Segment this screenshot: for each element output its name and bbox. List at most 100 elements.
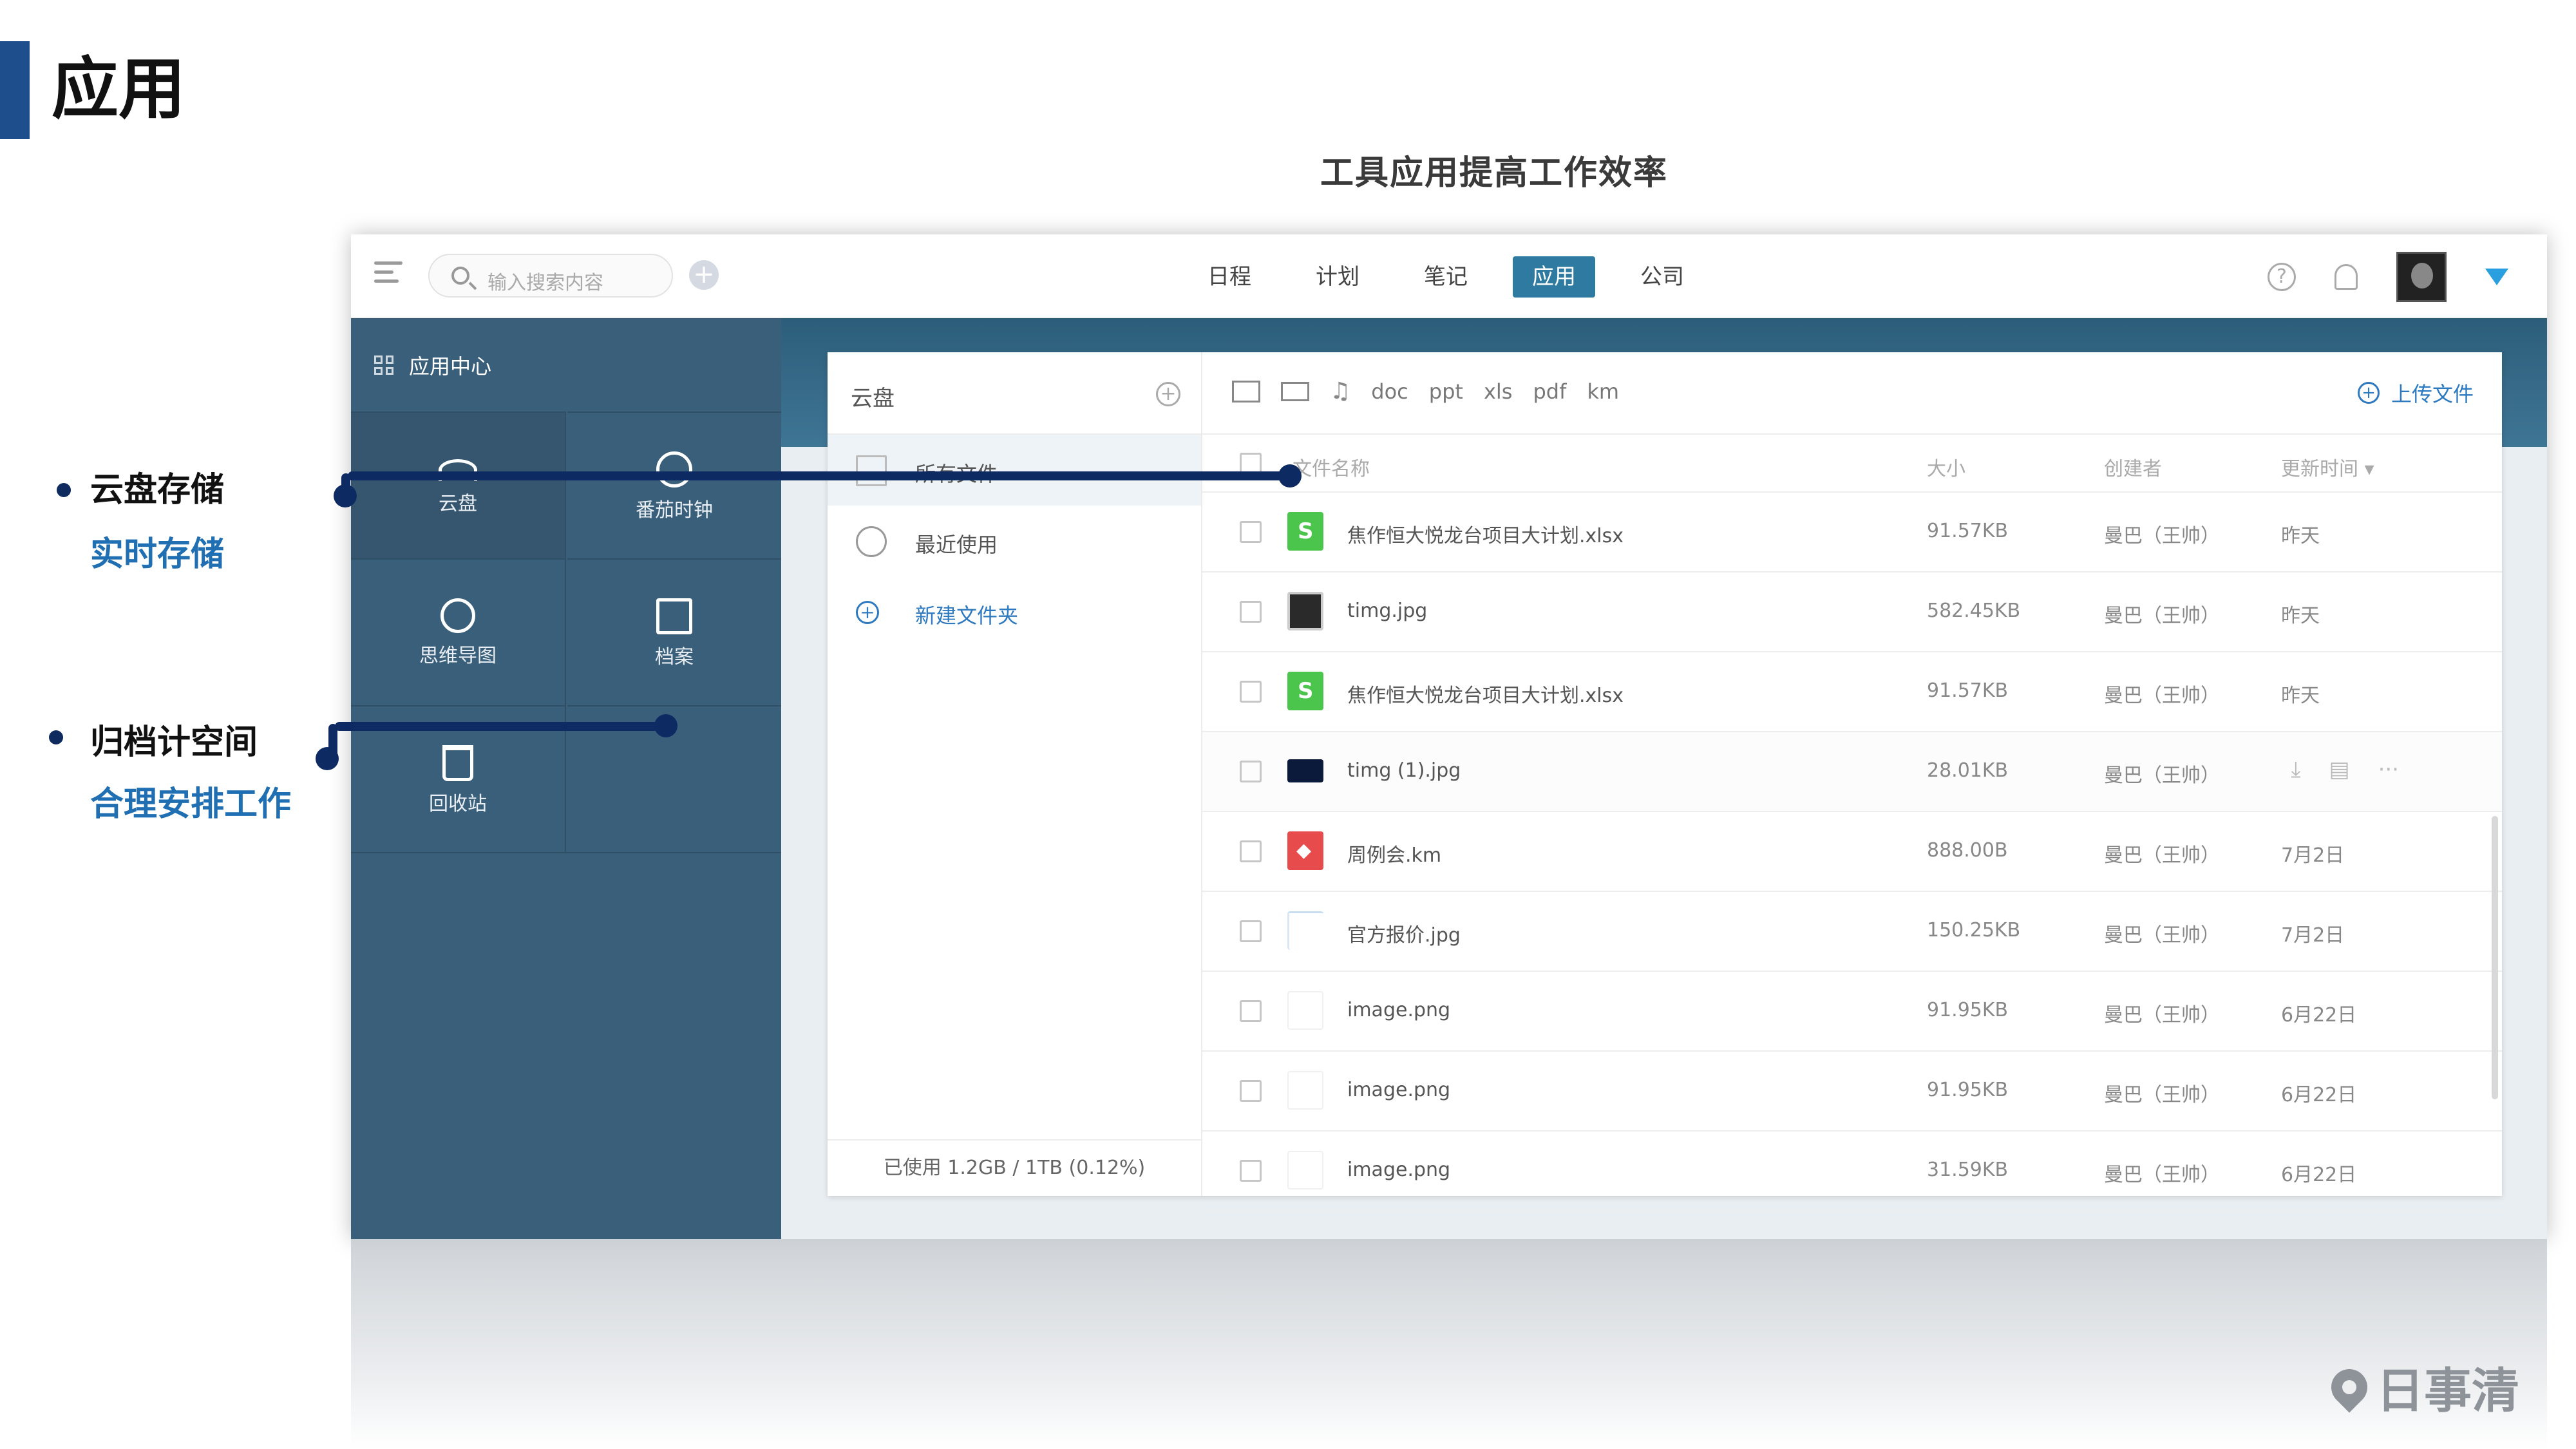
- mind-map-icon: [440, 598, 475, 633]
- topbar-actions: ?: [2268, 252, 2508, 302]
- file-name[interactable]: image.png: [1347, 1159, 1450, 1181]
- bell-icon[interactable]: [2334, 264, 2358, 290]
- image-file-icon: [1287, 1151, 1323, 1189]
- filter-xls[interactable]: xls: [1484, 379, 1513, 404]
- column-owner: 创建者: [2104, 458, 2162, 480]
- file-size: 91.57KB: [1927, 520, 2009, 542]
- connector-knob: [1278, 464, 1302, 488]
- file-list-pane: ♫ doc ppt xls pdf km + 上传文件 文件名称 大小 创建者 …: [1202, 352, 2502, 1211]
- file-owner: 曼巴（王帅）: [2104, 685, 2220, 707]
- column-updated[interactable]: 更新时间 ▾: [2281, 453, 2374, 481]
- image-file-icon: [1287, 592, 1323, 630]
- add-button[interactable]: +: [689, 260, 719, 290]
- table-row[interactable]: image.png 91.95KB 曼巴（王帅） 6月22日: [1202, 972, 2502, 1052]
- nav-recent[interactable]: 最近使用: [828, 506, 1201, 576]
- row-checkbox[interactable]: [1240, 601, 1262, 623]
- tile-label: 番茄时钟: [636, 499, 713, 522]
- tile-archive[interactable]: 档案: [567, 558, 781, 705]
- menu-icon[interactable]: [374, 261, 402, 287]
- file-type-filters: ♫ doc ppt xls pdf km: [1232, 378, 1619, 404]
- file-name[interactable]: 周例会.km: [1347, 839, 1441, 867]
- row-checkbox[interactable]: [1240, 1160, 1262, 1182]
- storage-usage: 已使用 1.2GB / 1TB (0.12%): [828, 1139, 1201, 1196]
- table-row[interactable]: 官方报价.jpg 150.25KB 曼巴（王帅） 7月2日: [1202, 892, 2502, 972]
- tab-notes[interactable]: 笔记: [1405, 256, 1487, 298]
- brand-name: 日事清: [2376, 1363, 2519, 1419]
- tile-pomodoro[interactable]: 番茄时钟: [567, 412, 781, 558]
- music-filter-icon[interactable]: ♫: [1330, 378, 1350, 404]
- table-row[interactable]: 焦作恒大悦龙台项目大计划.xlsx 91.57KB 曼巴（王帅） 昨天: [1202, 493, 2502, 573]
- feature-subtitle: 合理安排工作: [90, 785, 292, 824]
- file-updated: 6月22日: [2281, 1164, 2357, 1186]
- new-folder-label: 新建文件夹: [915, 603, 1019, 628]
- search-icon: [451, 267, 469, 285]
- window-reflection: [351, 1239, 2547, 1449]
- archive-icon: [656, 598, 692, 634]
- filter-km[interactable]: km: [1587, 379, 1619, 404]
- table-row[interactable]: 周例会.km 888.00B 曼巴（王帅） 7月2日: [1202, 812, 2502, 892]
- image-filter-icon[interactable]: [1232, 380, 1260, 402]
- table-row[interactable]: timg (1).jpg 28.01KB 曼巴（王帅） ⤓ ▤ ···: [1202, 732, 2502, 812]
- slide-subtitle: 工具应用提高工作效率: [1320, 154, 1668, 193]
- more-icon[interactable]: ···: [2378, 757, 2399, 782]
- xlsx-file-icon: [1287, 512, 1323, 551]
- folder-pane-title: 云盘: [851, 386, 895, 412]
- file-updated: 昨天: [2281, 685, 2320, 707]
- table-row[interactable]: 焦作恒大悦龙台项目大计划.xlsx 91.57KB 曼巴（王帅） 昨天: [1202, 652, 2502, 732]
- search-input[interactable]: 输入搜索内容: [428, 254, 673, 298]
- trash-icon: [442, 745, 473, 781]
- file-name[interactable]: image.png: [1347, 1079, 1450, 1101]
- tab-apps[interactable]: 应用: [1513, 256, 1595, 298]
- file-name[interactable]: timg.jpg: [1347, 600, 1427, 622]
- filter-ppt[interactable]: ppt: [1429, 379, 1463, 404]
- file-name[interactable]: 焦作恒大悦龙台项目大计划.xlsx: [1347, 679, 1624, 708]
- nav-all-files[interactable]: 所有文件: [828, 435, 1201, 506]
- tile-cloud-drive[interactable]: 云盘: [351, 412, 565, 558]
- filter-pdf[interactable]: pdf: [1533, 379, 1566, 404]
- tab-company[interactable]: 公司: [1621, 256, 1703, 298]
- file-name[interactable]: image.png: [1347, 999, 1450, 1021]
- file-name[interactable]: 官方报价.jpg: [1347, 919, 1461, 947]
- filter-doc[interactable]: doc: [1371, 379, 1408, 404]
- download-icon[interactable]: ⤓: [2291, 757, 2300, 782]
- row-checkbox[interactable]: [1240, 1080, 1262, 1102]
- file-size: 91.57KB: [1927, 679, 2009, 702]
- image-file-icon: [1287, 759, 1323, 782]
- row-checkbox[interactable]: [1240, 761, 1262, 782]
- row-checkbox[interactable]: [1240, 521, 1262, 543]
- add-circle-icon[interactable]: +: [1156, 382, 1180, 406]
- file-size: 150.25KB: [1927, 919, 2021, 942]
- file-size: 888.00B: [1927, 839, 2008, 862]
- row-checkbox[interactable]: [1240, 681, 1262, 703]
- file-size: 31.59KB: [1927, 1159, 2009, 1181]
- file-name[interactable]: 焦作恒大悦龙台项目大计划.xlsx: [1347, 520, 1624, 548]
- table-row[interactable]: image.png 91.95KB 曼巴（王帅） 6月22日: [1202, 1052, 2502, 1132]
- help-icon[interactable]: ?: [2268, 263, 2296, 291]
- new-folder-button[interactable]: + 新建文件夹: [828, 576, 1201, 647]
- tile-label: 档案: [655, 646, 694, 668]
- tile-mind-map[interactable]: 思维导图: [351, 558, 565, 705]
- row-checkbox[interactable]: [1240, 840, 1262, 862]
- slide-title: 应用: [52, 50, 186, 128]
- copy-icon[interactable]: ▤: [2329, 757, 2349, 782]
- tab-plan[interactable]: 计划: [1296, 256, 1379, 298]
- file-name[interactable]: timg (1).jpg: [1347, 759, 1461, 782]
- file-updated: 6月22日: [2281, 1004, 2357, 1027]
- location-pin-icon: [2324, 1361, 2375, 1413]
- tab-schedule[interactable]: 日程: [1188, 256, 1271, 298]
- bullet-dot: [57, 483, 71, 497]
- image-file-icon: [1287, 911, 1323, 950]
- row-checkbox[interactable]: [1240, 920, 1262, 942]
- upload-button[interactable]: + 上传文件: [2357, 378, 2474, 408]
- table-row[interactable]: image.png 31.59KB 曼巴（王帅） 6月22日: [1202, 1132, 2502, 1211]
- app-window: 输入搜索内容 + 日程 计划 笔记 应用 公司 ? 应用中心 云盘 番茄时钟 思…: [351, 234, 2547, 1239]
- diamond-icon[interactable]: [2485, 269, 2508, 285]
- avatar[interactable]: [2396, 252, 2447, 302]
- table-row[interactable]: timg.jpg 582.45KB 曼巴（王帅） 昨天: [1202, 573, 2502, 652]
- row-checkbox[interactable]: [1240, 1000, 1262, 1022]
- file-list-scrollbar[interactable]: [2492, 816, 2498, 1099]
- file-owner: 曼巴（王帅）: [2104, 844, 2220, 867]
- feature-title: 云盘存储: [90, 471, 225, 509]
- top-bar: 输入搜索内容 + 日程 计划 笔记 应用 公司 ?: [351, 234, 2547, 318]
- video-filter-icon[interactable]: [1281, 381, 1309, 401]
